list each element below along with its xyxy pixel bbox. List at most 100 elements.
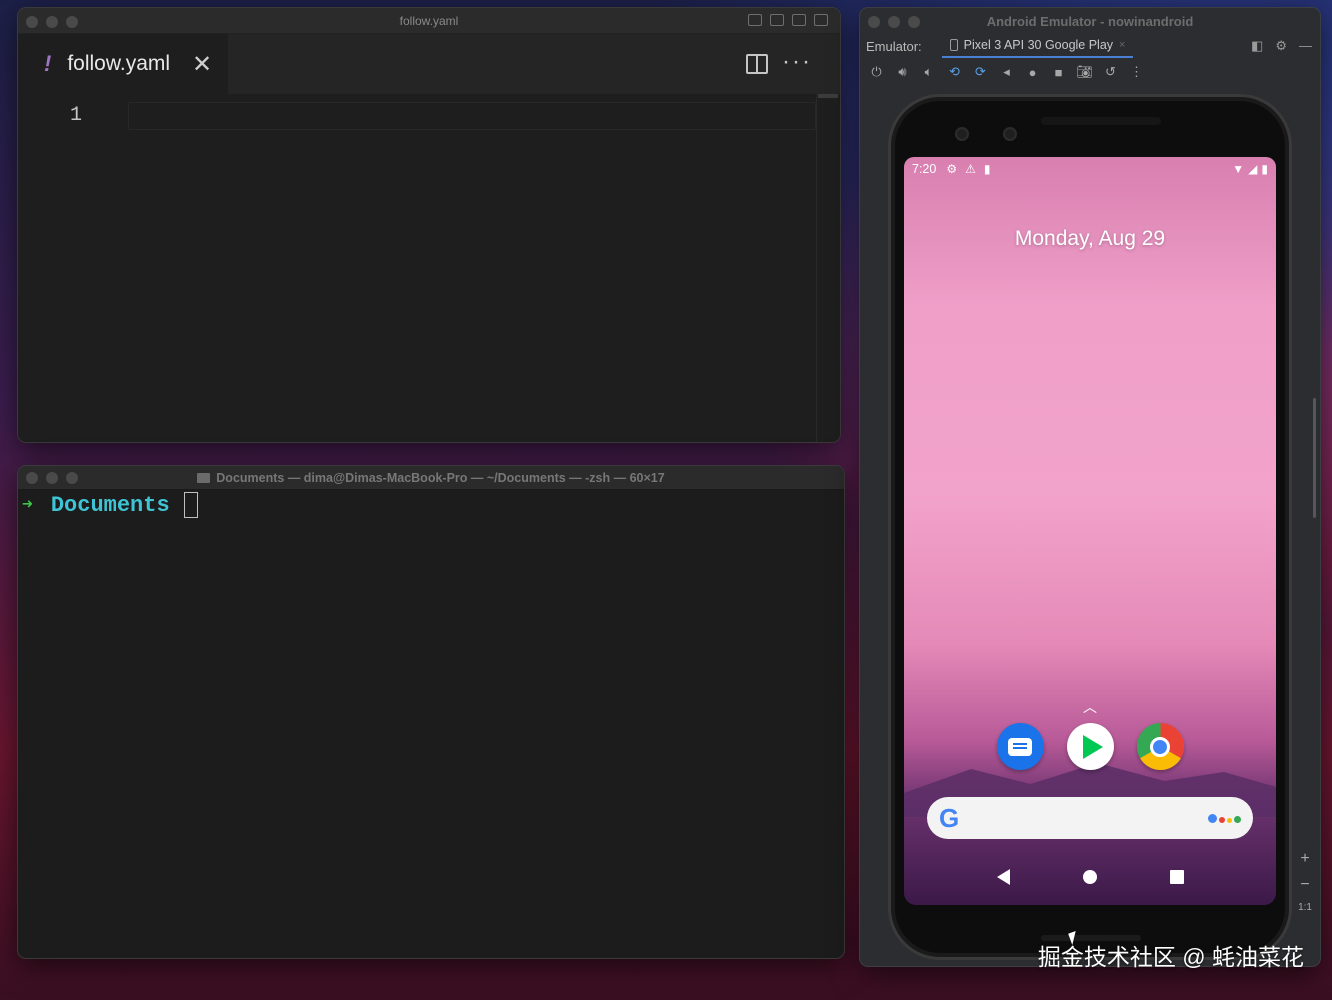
toggle-secondary-sidebar-icon[interactable] [792,14,806,26]
zoom-ratio-button[interactable]: 1:1 [1298,902,1312,913]
emulator-window-title: Android Emulator - nowinandroid [986,13,1194,29]
close-tab-icon[interactable]: ✕ [192,50,212,79]
line-number: 1 [70,104,83,127]
more-actions-icon[interactable]: ··· [782,48,812,76]
google-assistant-icon[interactable] [1208,813,1241,823]
emulator-window: Android Emulator - nowinandroid Emulator… [860,8,1320,966]
play-store-app-icon[interactable] [1066,723,1114,770]
phone-screen[interactable]: 7:20 ⚙ ⚠ ▮ ▼ ◢ ▮ Monday, Aug 29 ︿ G [904,157,1276,905]
zoom-out-icon[interactable]: − [1300,876,1309,894]
hide-panel-icon[interactable]: — [1299,38,1312,54]
rotate-right-icon[interactable]: ⟳ [972,64,989,80]
swipe-up-icon[interactable]: ︿ [904,697,1276,717]
sd-card-notification-icon: ▮ [983,162,991,176]
current-line-highlight [128,102,816,130]
zoom-window-button[interactable] [66,16,78,28]
overview-icon[interactable]: ■ [1050,65,1067,80]
front-camera-icon [955,127,969,141]
terminal-prompt[interactable]: ➜ Documents [22,492,198,518]
chrome-app-icon[interactable] [1136,723,1184,770]
terminal-window-title: Documents — dima@Dimas-MacBook-Pro — ~/D… [216,470,665,485]
close-window-button[interactable] [26,16,38,28]
tab-device[interactable]: Pixel 3 API 30 Google Play × [941,34,1134,58]
home-icon[interactable]: ● [1024,65,1041,80]
phone-frame: 7:20 ⚙ ⚠ ▮ ▼ ◢ ▮ Monday, Aug 29 ︿ G [888,94,1292,960]
tab-follow-yaml[interactable]: ! follow.yaml ✕ [18,34,228,94]
settings-notification-icon: ⚙ [946,162,958,176]
split-editor-icon[interactable] [746,54,768,74]
lockscreen-date: Monday, Aug 29 [1014,227,1166,250]
tab-label: follow.yaml [67,52,171,75]
wifi-icon: ▼ [1232,162,1245,176]
front-sensor-icon [1003,127,1017,141]
window-controls [26,16,78,28]
nav-home-icon[interactable] [1082,870,1097,884]
customize-layout-icon[interactable] [814,14,828,26]
terminal-window: Documents — dima@Dimas-MacBook-Pro — ~/D… [18,466,844,958]
overflow-menu-icon[interactable]: ⋮ [1128,64,1145,80]
emulator-toolbar: ⏻ 🔊︎ 🔈︎ ⟲ ⟳ ◂ ● ■ 📷︎ ↺ ⋮ [860,58,1320,86]
status-time: 7:20 [912,162,937,176]
prompt-arrow-icon: ➜ [22,496,33,516]
google-search-bar[interactable]: G [927,797,1253,839]
snapshot-icon[interactable]: ↺ [1102,64,1119,80]
close-window-button[interactable] [26,472,38,484]
earpiece-speaker [1041,117,1161,125]
emulator-titlebar: Android Emulator - nowinandroid [860,8,1320,34]
close-device-tab-icon[interactable]: × [1119,39,1125,51]
warning-notification-icon: ⚠ [965,162,976,176]
editor-area[interactable]: 1 [18,94,840,442]
terminal-cursor [183,492,198,518]
emulator-label: Emulator: [866,38,922,54]
watermark: 掘金技术社区 @ 蚝油菜花 [1037,944,1304,970]
close-window-button[interactable] [868,16,880,28]
device-tab-label: Pixel 3 API 30 Google Play [963,38,1114,52]
toggle-sidebar-icon[interactable] [748,14,762,26]
battery-icon: ▮ [1261,162,1268,176]
folder-icon [197,472,211,483]
minimize-window-button[interactable] [888,16,900,28]
window-controls [26,472,78,484]
volume-up-icon[interactable]: 🔊︎ [894,64,911,80]
status-bar: 7:20 ⚙ ⚠ ▮ ▼ ◢ ▮ [912,161,1268,177]
power-icon[interactable]: ⏻ [868,64,885,80]
minimize-window-button[interactable] [46,472,58,484]
window-mode-icon[interactable]: ◧ [1251,38,1263,54]
back-icon[interactable]: ◂ [998,64,1015,80]
message-bubble-icon [1008,737,1032,756]
minimize-window-button[interactable] [46,16,58,28]
emulator-scrollbar[interactable] [1313,398,1316,518]
zoom-window-button[interactable] [66,472,78,484]
terminal-titlebar: Documents — dima@Dimas-MacBook-Pro — ~/D… [18,466,844,490]
zoom-window-button[interactable] [908,16,920,28]
editor-tabbar: ! follow.yaml ✕ ··· [18,34,840,94]
vscode-window-title: follow.yaml [399,13,459,28]
zoom-controls: + − 1:1 [1296,846,1314,917]
status-right-icons: ▼ ◢ ▮ [1232,162,1268,176]
google-logo-icon: G [939,802,960,833]
toggle-panel-icon[interactable] [770,14,784,26]
emulator-tabbar: Emulator: Pixel 3 API 30 Google Play × ◧… [860,34,1320,58]
zoom-in-icon[interactable]: + [1300,850,1309,868]
messages-app-icon[interactable] [996,723,1044,770]
volume-down-icon[interactable]: 🔈︎ [920,64,937,80]
emulator-bar-actions: ◧ ⚙ — [1251,38,1312,54]
rotate-left-icon[interactable]: ⟲ [946,64,963,80]
camera-icon[interactable]: 📷︎ [1076,64,1093,80]
terminal-window-title-wrap: Documents — dima@Dimas-MacBook-Pro — ~/D… [197,470,665,485]
layout-controls [748,14,828,26]
prompt-directory: Documents [50,492,170,518]
scrollbar-thumb[interactable] [818,94,838,98]
app-dock [904,723,1276,770]
device-icon [949,39,958,51]
vscode-titlebar: follow.yaml [18,8,840,34]
chrome-center-icon [1150,736,1170,757]
nav-recents-icon[interactable] [1169,870,1184,884]
editor-scrollbar[interactable] [816,94,840,442]
play-triangle-icon [1083,734,1103,759]
android-nav-bar [904,869,1276,885]
gear-icon[interactable]: ⚙ [1275,38,1287,54]
vscode-window: follow.yaml ! follow.yaml ✕ ··· 1 [18,8,840,442]
nav-back-icon[interactable] [996,869,1010,885]
cell-signal-icon: ◢ [1248,162,1258,176]
